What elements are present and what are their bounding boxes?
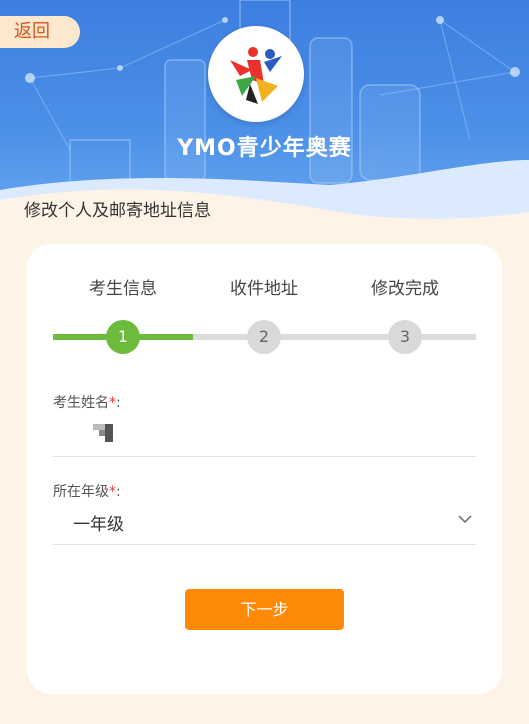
step-dot-1: 1 <box>106 320 140 354</box>
chevron-down-icon <box>458 515 472 524</box>
back-button[interactable]: 返回 <box>0 16 80 48</box>
step-labels: 考生信息 收件地址 修改完成 <box>27 274 502 299</box>
name-label: 考生姓名*: <box>53 392 121 412</box>
grade-divider <box>53 544 476 545</box>
step-label-done: 修改完成 <box>371 279 439 299</box>
name-divider <box>53 456 476 457</box>
page-title: 修改个人及邮寄地址信息 <box>24 201 211 221</box>
grade-select[interactable]: 一年级 <box>53 506 476 540</box>
brand-title: YMO青少年奥赛 <box>177 136 352 161</box>
redacted-name-block <box>93 424 115 442</box>
ymo-logo-icon <box>208 26 304 122</box>
header-banner: 返回 YMO青少年奥赛 <box>0 0 529 225</box>
required-marker: * <box>109 395 116 411</box>
step-label-info: 考生信息 <box>89 279 157 299</box>
required-marker: * <box>109 484 116 500</box>
step-dot-2: 2 <box>247 320 281 354</box>
step-dot-3: 3 <box>388 320 422 354</box>
name-input[interactable] <box>73 420 463 450</box>
next-step-button[interactable]: 下一步 <box>185 589 344 630</box>
step-label-address: 收件地址 <box>230 279 298 299</box>
name-label-colon: : <box>116 395 121 411</box>
grade-value: 一年级 <box>73 515 124 535</box>
grade-label-text: 所在年级 <box>53 484 109 500</box>
grade-label-colon: : <box>116 484 121 500</box>
form-card: 考生信息 收件地址 修改完成 1 2 3 考生姓名*: 所在年级*: 一年级 下… <box>27 244 502 694</box>
name-label-text: 考生姓名 <box>53 395 109 411</box>
grade-label: 所在年级*: <box>53 481 121 501</box>
